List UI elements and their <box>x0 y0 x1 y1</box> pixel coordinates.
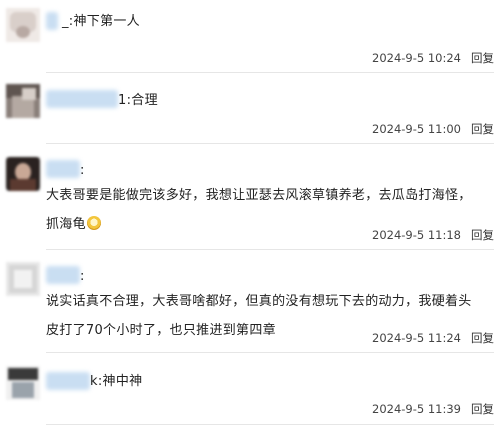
reply-link[interactable]: 回复 <box>471 402 494 416</box>
comment-body-line-2: 皮打了70个小时了，也只推进到第四章 <box>46 323 276 338</box>
nickname-tail[interactable]: _: <box>62 14 73 29</box>
avatar[interactable] <box>6 366 40 400</box>
nickname-tail[interactable]: : <box>80 163 85 178</box>
comment-body-line-1: 说实话真不合理，大表哥啥都好，但真的没有想玩下去的动力，我硬着头 <box>46 294 472 309</box>
comment-meta: 2024-9-5 11:18 回复 <box>372 227 494 243</box>
comment-meta: 2024-9-5 11:00 回复 <box>372 121 494 137</box>
reply-link[interactable]: 回复 <box>471 331 494 345</box>
grinning-face-emoji-icon <box>86 216 101 230</box>
reply-link[interactable]: 回复 <box>471 51 494 65</box>
comment-meta: 2024-9-5 11:39 回复 <box>372 401 494 417</box>
timestamp: 2024-9-5 11:24 <box>372 331 461 345</box>
comment-body: 合理 <box>131 93 158 108</box>
comment-body: 神中神 <box>102 374 143 389</box>
timestamp: 2024-9-5 11:00 <box>372 122 461 136</box>
avatar[interactable] <box>6 157 40 191</box>
nickname-tail[interactable]: : <box>80 269 85 284</box>
comment-list: _:神下第一人 2024-9-5 10:24 回复 1:合理 2024-9-5 1… <box>0 0 500 440</box>
divider <box>46 352 494 353</box>
timestamp: 2024-9-5 10:24 <box>372 51 461 65</box>
timestamp: 2024-9-5 11:18 <box>372 228 461 242</box>
avatar[interactable] <box>6 84 40 118</box>
comment-body: 神下第一人 <box>73 14 140 29</box>
nickname-tail[interactable]: k: <box>90 374 103 389</box>
reply-link[interactable]: 回复 <box>471 228 494 242</box>
divider <box>46 249 494 250</box>
nickname-tail[interactable]: 1: <box>118 93 131 108</box>
divider <box>46 143 494 144</box>
timestamp: 2024-9-5 11:39 <box>372 402 461 416</box>
avatar[interactable] <box>6 8 40 42</box>
comment-text: 1:合理 <box>46 88 490 113</box>
divider <box>46 424 494 425</box>
comment-text: _:神下第一人 <box>46 9 490 34</box>
reply-link[interactable]: 回复 <box>471 122 494 136</box>
comment-meta: 2024-9-5 10:24 回复 <box>372 50 494 66</box>
divider <box>46 72 494 73</box>
avatar[interactable] <box>6 262 40 296</box>
comment-text: : 大表哥要是能做完该多好，我想让亚瑟去风滚草镇养老，去瓜岛打海怪， 抓海龟 <box>46 158 490 237</box>
comment-text: k:神中神 <box>46 369 490 394</box>
comment-body-line-2: 抓海龟 <box>46 217 86 232</box>
comment-body-line-1: 大表哥要是能做完该多好，我想让亚瑟去风滚草镇养老，去瓜岛打海怪， <box>46 188 472 203</box>
comment-meta: 2024-9-5 11:24 回复 <box>372 330 494 346</box>
